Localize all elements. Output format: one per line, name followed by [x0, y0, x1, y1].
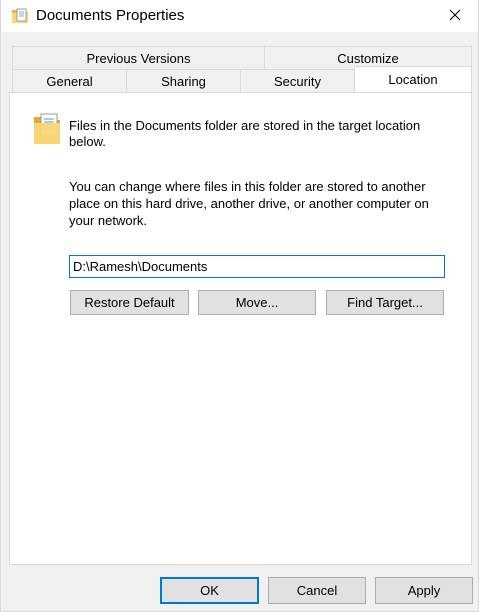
cancel-button[interactable]: Cancel	[268, 577, 366, 604]
folder-document-icon	[11, 7, 29, 25]
tab-sharing[interactable]: Sharing	[126, 69, 241, 93]
tab-label: General	[46, 73, 93, 89]
tab-previous-versions[interactable]: Previous Versions	[12, 46, 265, 70]
tab-security[interactable]: Security	[240, 69, 355, 93]
location-info-text: You can change where files in this folde…	[69, 179, 429, 228]
button-label: Restore Default	[84, 295, 175, 310]
location-description: Files in the Documents folder are stored…	[69, 118, 421, 149]
button-label: Cancel	[296, 583, 338, 598]
tab-label: Previous Versions	[86, 50, 191, 66]
tab-label: Customize	[337, 50, 399, 66]
close-icon	[449, 9, 461, 24]
button-label: Move...	[235, 295, 279, 310]
apply-button[interactable]: Apply	[375, 577, 473, 604]
tab-label: Location	[388, 72, 438, 87]
window-title: Documents Properties	[36, 7, 185, 24]
tab-label: Security	[274, 73, 321, 89]
tab-label: Sharing	[161, 73, 206, 89]
close-button[interactable]	[432, 0, 478, 32]
folder-icon	[32, 111, 62, 147]
ok-button[interactable]: OK	[160, 577, 259, 604]
properties-dialog: Documents Properties Previous Versions C…	[0, 0, 479, 612]
find-target-button[interactable]: Find Target...	[326, 290, 444, 315]
button-label: Find Target...	[347, 295, 423, 310]
title-bar[interactable]: Documents Properties	[1, 0, 478, 32]
tab-general[interactable]: General	[12, 69, 127, 93]
location-tab-panel: Files in the Documents folder are stored…	[9, 92, 472, 565]
target-path-input[interactable]	[69, 255, 445, 278]
move-button[interactable]: Move...	[198, 290, 316, 315]
button-label: Apply	[407, 583, 441, 598]
button-label: OK	[200, 583, 219, 598]
tab-location[interactable]: Location	[354, 66, 472, 92]
restore-default-button[interactable]: Restore Default	[70, 290, 189, 315]
